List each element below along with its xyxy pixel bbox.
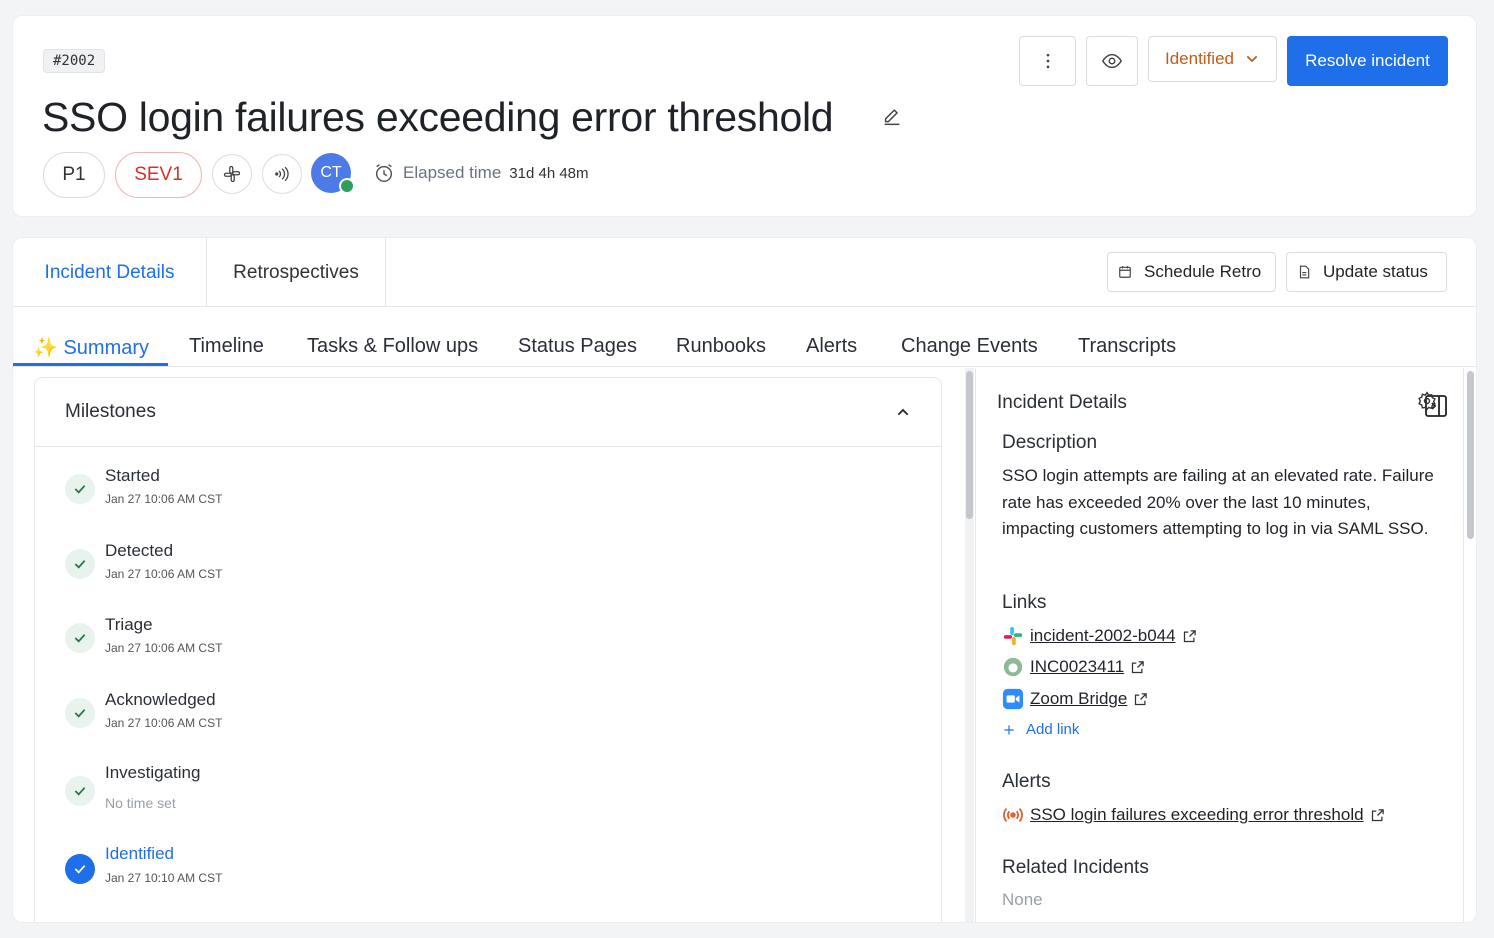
broadcast-alert-icon [1003,807,1023,823]
elapsed-value: 31d 4h 48m [509,164,589,182]
sparkles-icon: ✨ [33,337,58,359]
broadcast-icon[interactable] [262,154,302,194]
tab-timeline[interactable]: Timeline [189,335,264,358]
milestone-time: Jan 27 10:06 AM CST [105,567,223,581]
incident-id: #2002 [43,49,106,73]
online-status-dot [339,178,355,194]
edit-icon[interactable] [881,106,905,130]
description-text: SSO login attempts are failing at an ele… [1002,466,1434,538]
elapsed-label: Elapsed time [403,163,502,182]
alert-link[interactable]: SSO login failures exceeding error thres… [1002,804,1385,826]
check-circle-icon [65,854,95,884]
milestone-label: Detected [105,541,174,560]
tab-status-pages[interactable]: Status Pages [518,335,637,358]
tab-change-events[interactable]: Change Events [901,335,1038,358]
external-link-icon [1132,660,1144,673]
incident-details-panel: Incident Details Description SSO login a… [977,368,1461,922]
milestone-label: Started [105,466,160,485]
priority-badge[interactable]: P1 [43,152,105,198]
check-icon [65,776,95,806]
alert-text[interactable]: SSO login failures exceeding error thres… [1030,805,1364,825]
external-link-icon [1135,692,1148,705]
link-zoom[interactable]: Zoom Bridge [1002,688,1148,710]
watch-button[interactable] [1086,36,1138,86]
calendar-icon [1119,266,1131,278]
milestone-label: Triage [105,615,153,634]
tab-alerts[interactable]: Alerts [806,335,857,358]
scrollbar-thumb[interactable] [966,371,973,519]
link-text[interactable]: Zoom Bridge [1030,689,1127,709]
links-heading: Links [1002,592,1047,613]
details-title: Incident Details [997,392,1127,413]
external-link-icon [1371,808,1384,821]
check-icon [65,623,95,653]
check-icon [65,698,95,728]
slack-logo-icon [1003,626,1023,646]
milestone-label[interactable]: Identified [105,844,174,864]
eye-icon [1101,53,1123,69]
chevron-up-icon[interactable] [895,404,911,420]
check-icon [65,549,95,579]
milestone-time: No time set [105,795,176,811]
related-incidents-value: None [1002,890,1043,909]
tab-tasks-follow-ups[interactable]: Tasks & Follow ups [307,335,478,358]
schedule-retro-button[interactable]: Schedule Retro [1107,252,1276,292]
milestone-time: Jan 27 10:06 AM CST [105,716,223,730]
tab-summary-label: Summary [63,337,150,359]
status-value: Identified [1165,49,1234,68]
tab-incident-details[interactable]: Incident Details [13,238,207,307]
milestones-title: Milestones [65,401,156,422]
scrollbar-thumb[interactable] [1467,371,1474,539]
tab-retrospectives[interactable]: Retrospectives [207,238,386,307]
milestones-header[interactable]: Milestones [35,378,941,447]
milestone-label: Acknowledged [105,690,216,709]
severity-badge[interactable]: SEV1 [115,152,202,198]
milestone-time: Jan 27 10:10 AM CST [105,871,223,885]
panel-divider [975,368,976,922]
plus-icon [1004,724,1014,735]
elapsed-time: Elapsed time 31d 4h 48m [373,162,589,184]
link-servicenow[interactable]: INC0023411 [1002,656,1145,678]
document-icon [1299,265,1310,279]
alerts-heading: Alerts [1002,771,1051,792]
status-dropdown[interactable]: Identified [1148,36,1277,82]
gear-icon[interactable] [1417,391,1437,411]
page-title: SSO login failures exceeding error thres… [42,94,834,140]
link-text[interactable]: INC0023411 [1030,657,1124,677]
tab-summary[interactable]: ✨ Summary [33,335,149,360]
tab-transcripts[interactable]: Transcripts [1078,335,1176,358]
milestone-label: Investigating [105,763,201,782]
description-heading: Description [1002,432,1098,453]
zoom-logo-icon [1002,688,1024,710]
add-link-label: Add link [1026,721,1080,738]
schedule-retro-label: Schedule Retro [1144,262,1262,281]
check-icon [65,474,95,504]
resolve-incident-button[interactable]: Resolve incident [1287,36,1448,86]
incident-header: #2002 SSO login failures exceeding error… [12,15,1477,217]
link-slack[interactable]: incident-2002-b044 [1002,625,1197,647]
active-tab-indicator [13,363,168,366]
tab-runbooks[interactable]: Runbooks [676,335,766,358]
more-vertical-icon [1046,53,1049,69]
details-scrollbar[interactable] [1463,368,1475,922]
milestone-time: Jan 27 10:06 AM CST [105,641,223,655]
milestones-scrollbar[interactable] [965,368,974,922]
update-status-label: Update status [1323,262,1428,281]
add-link-button[interactable]: Add link [1002,721,1079,738]
external-link-icon [1183,629,1196,642]
servicenow-logo-icon [1003,657,1023,677]
link-text[interactable]: incident-2002-b044 [1030,626,1176,646]
sub-tabs: ✨ Summary Timeline Tasks & Follow ups St… [13,307,1476,417]
milestone-time: Jan 27 10:06 AM CST [105,492,223,506]
more-options-button[interactable] [1019,36,1076,86]
slack-icon[interactable] [212,154,252,194]
chevron-down-icon [1246,55,1258,63]
incident-body: Incident Details Retrospectives Schedule… [12,237,1477,923]
alarm-clock-icon [375,164,393,182]
top-tabs: Incident Details Retrospectives Schedule… [13,238,1476,307]
update-status-button[interactable]: Update status [1286,252,1447,292]
milestones-panel: Milestones Started Jan 27 10:06 AM CST D… [34,377,942,922]
related-incidents-heading: Related Incidents [1002,857,1149,878]
